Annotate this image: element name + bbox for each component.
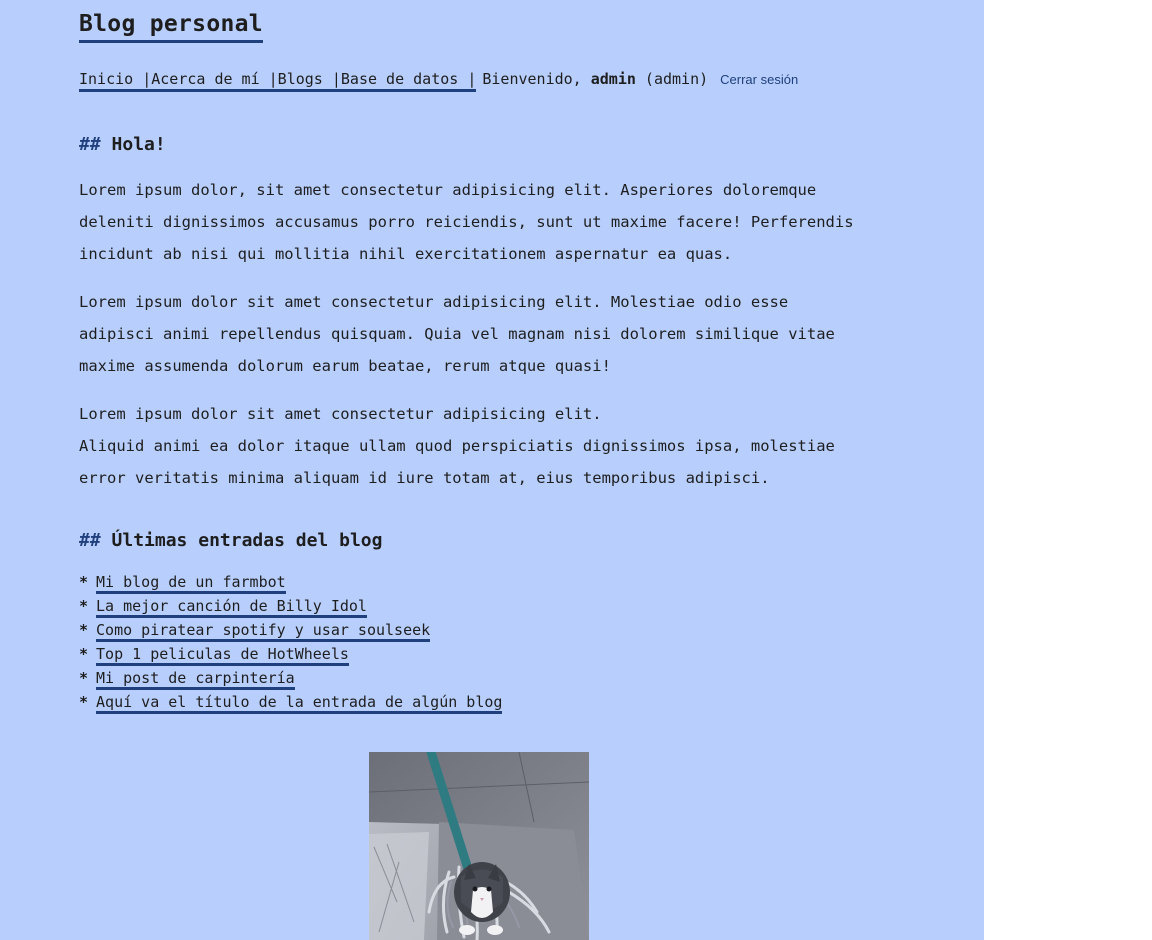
list-item: * Aquí va el título de la entrada de algú… <box>79 690 503 714</box>
post-link-billy-idol[interactable]: La mejor canción de Billy Idol <box>96 597 367 618</box>
list-item: * Mi blog de un farmbot <box>79 570 502 594</box>
intro-paragraph-2: Lorem ipsum dolor sit amet consectetur a… <box>79 286 899 382</box>
bullet: * <box>79 573 89 591</box>
logout-link[interactable]: Cerrar sesión <box>720 72 798 87</box>
nav-link-base-de-datos[interactable]: |Base de datos | <box>332 70 477 88</box>
paragraph-line: error veritatis minima aliquam id iure t… <box>79 469 770 487</box>
posts-heading: ## Últimas entradas del blog <box>79 529 382 553</box>
paragraph-line: incidunt ab nisi qui mollitia nihil exer… <box>79 245 733 263</box>
list-item: * La mejor canción de Billy Idol <box>79 594 502 618</box>
nav-links: Inicio |Acerca de mí |Blogs |Base de dat… <box>79 69 477 92</box>
heading-hash: ## <box>79 134 101 155</box>
intro-heading-text: Hola! <box>111 134 166 155</box>
post-link-titulo-blog[interactable]: Aquí va el título de la entrada de algún… <box>96 693 503 714</box>
post-link-farmbot[interactable]: Mi blog de un farmbot <box>96 573 286 594</box>
paragraph-line: deleniti dignissimos accusamus porro rei… <box>79 213 854 231</box>
intro-paragraph-1: Lorem ipsum dolor, sit amet consectetur … <box>79 174 899 270</box>
paragraph-line: Lorem ipsum dolor sit amet consectetur a… <box>79 293 789 311</box>
nav-link-blogs[interactable]: |Blogs <box>269 70 332 88</box>
post-link-spotify[interactable]: Como piratear spotify y usar soulseek <box>96 621 431 642</box>
post-link-carpinteria[interactable]: Mi post de carpintería <box>96 669 295 690</box>
cat-photo <box>369 752 589 940</box>
nav-link-acerca[interactable]: |Acerca de mí <box>142 70 268 88</box>
intro-heading: ## Hola! <box>79 133 166 157</box>
welcome-text: Bienvenido, admin (admin) <box>482 70 708 88</box>
welcome-prefix: Bienvenido, <box>482 70 591 88</box>
cat-photo-icon <box>369 752 589 940</box>
paragraph-line: maxime assumenda dolorum earum beatae, r… <box>79 357 611 375</box>
heading-hash: ## <box>79 530 101 551</box>
paragraph-line: Lorem ipsum dolor, sit amet consectetur … <box>79 181 817 199</box>
post-link-hotwheels[interactable]: Top 1 peliculas de HotWheels <box>96 645 349 666</box>
list-item: * Como piratear spotify y usar soulseek <box>79 618 502 642</box>
username: admin <box>590 70 636 88</box>
bullet: * <box>79 645 89 663</box>
paragraph-line: Lorem ipsum dolor sit amet consectetur a… <box>79 405 602 423</box>
site-title: Blog personal <box>79 10 263 43</box>
paragraph-line: Aliquid animi ea dolor itaque ullam quod… <box>79 437 835 455</box>
blog-post-list: * Mi blog de un farmbot * La mejor canción… <box>79 570 503 714</box>
nav-link-inicio[interactable]: Inicio <box>79 70 142 88</box>
page-background: Blog personal Inicio |Acerca de mí |Blog… <box>0 0 984 940</box>
top-nav: Inicio |Acerca de mí |Blogs |Base de dat… <box>79 69 798 92</box>
bullet: * <box>79 597 89 615</box>
intro-paragraph-3: Lorem ipsum dolor sit amet consectetur a… <box>79 398 899 494</box>
user-role: (admin) <box>635 70 709 88</box>
bullet: * <box>79 693 89 711</box>
posts-heading-text: Últimas entradas del blog <box>111 530 383 551</box>
list-item: * Mi post de carpintería <box>79 666 502 690</box>
paragraph-line: adipisci animi repellendus quisquam. Qui… <box>79 325 835 343</box>
bullet: * <box>79 669 89 687</box>
bullet: * <box>79 621 89 639</box>
list-item: * Top 1 peliculas de HotWheels <box>79 642 502 666</box>
